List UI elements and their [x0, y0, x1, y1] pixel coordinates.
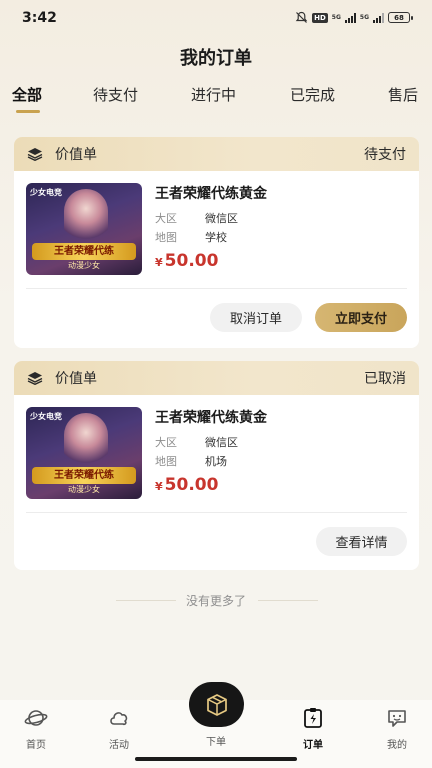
- attr-value: 微信区: [205, 212, 238, 225]
- signal-icon: [344, 12, 356, 23]
- layers-icon: [27, 148, 43, 161]
- hd-badge: HD: [312, 12, 328, 23]
- tab-completed[interactable]: 已完成: [290, 84, 335, 105]
- thumbnail-tag: 少女电竞: [30, 412, 62, 421]
- price: ¥50.00: [155, 475, 218, 495]
- tabbar-home[interactable]: 首页: [8, 706, 64, 751]
- attr-map: 地图 机场: [155, 453, 227, 469]
- character-figure: [64, 189, 108, 245]
- cancel-order-button[interactable]: 取消订单: [210, 303, 302, 332]
- currency-symbol: ¥: [155, 480, 163, 493]
- divider-right: [258, 600, 318, 601]
- network-5g-label: 5G: [331, 14, 341, 21]
- attr-label: 大区: [155, 212, 177, 225]
- place-order-button[interactable]: [189, 682, 244, 727]
- thumbnail-banner: 王者荣耀代练: [32, 467, 136, 484]
- divider: [26, 512, 407, 513]
- order-tabs: 全部 待支付 进行中 已完成 售后: [0, 84, 432, 118]
- thumbnail-subtitle: 动漫少女: [68, 261, 100, 270]
- tabbar-mine[interactable]: 我的: [369, 706, 425, 751]
- attr-region: 大区 微信区: [155, 210, 238, 226]
- view-details-button[interactable]: 查看详情: [316, 527, 407, 556]
- tab-active-indicator: [16, 110, 40, 113]
- tab-pending-payment[interactable]: 待支付: [93, 84, 138, 105]
- layers-icon: [27, 372, 43, 385]
- tabbar-activity[interactable]: 活动: [91, 706, 147, 751]
- order-status: 待支付: [364, 147, 406, 163]
- network-5g-label-2: 5G: [359, 14, 369, 21]
- no-more-indicator: 没有更多了: [0, 592, 432, 610]
- attr-value: 机场: [205, 455, 227, 468]
- attr-value: 学校: [205, 231, 227, 244]
- attr-label: 地图: [155, 455, 177, 468]
- order-card[interactable]: 价值单 已取消 少女电竞 王者荣耀代练 动漫少女 王者荣耀代练黄金 大区 微信区 …: [14, 361, 419, 570]
- thumbnail-subtitle: 动漫少女: [68, 485, 100, 494]
- cloud-icon: [110, 712, 128, 726]
- product-title: 王者荣耀代练黄金: [155, 186, 267, 202]
- thumbnail-banner: 王者荣耀代练: [32, 243, 136, 260]
- tabbar-orders[interactable]: 订单: [285, 706, 341, 751]
- currency-symbol: ¥: [155, 256, 163, 269]
- product-title: 王者荣耀代练黄金: [155, 410, 267, 426]
- no-more-text: 没有更多了: [185, 594, 246, 608]
- pay-now-button[interactable]: 立即支付: [315, 303, 407, 332]
- attr-label: 地图: [155, 231, 177, 244]
- battery-icon: 68: [388, 12, 413, 23]
- box-icon: [206, 693, 227, 716]
- attr-value: 微信区: [205, 436, 238, 449]
- home-indicator: [135, 757, 297, 761]
- tabbar-label: 活动: [109, 740, 129, 751]
- tabbar-label: 我的: [387, 740, 407, 751]
- product-thumbnail: 少女电竞 王者荣耀代练 动漫少女: [26, 183, 142, 275]
- signal-icon-2: [373, 12, 384, 23]
- status-icons: HD 5G 5G 68: [295, 11, 413, 24]
- order-product[interactable]: 少女电竞 王者荣耀代练 动漫少女 王者荣耀代练黄金 大区 微信区 地图 机场 ¥50…: [14, 395, 419, 511]
- order-status: 已取消: [364, 371, 406, 387]
- order-type-label: 价值单: [55, 371, 97, 387]
- mute-bell-icon: [295, 11, 308, 23]
- page-title: 我的订单: [180, 48, 252, 69]
- attr-region: 大区 微信区: [155, 434, 238, 450]
- character-figure: [64, 413, 108, 469]
- attr-label: 大区: [155, 436, 177, 449]
- order-product[interactable]: 少女电竞 王者荣耀代练 动漫少女 王者荣耀代练黄金 大区 微信区 地图 学校 ¥50…: [14, 171, 419, 287]
- place-order-label: 下单: [206, 737, 226, 748]
- order-card-header: 价值单 已取消: [14, 361, 419, 395]
- order-card[interactable]: 价值单 待支付 少女电竞 王者荣耀代练 动漫少女 王者荣耀代练黄金 大区 微信区 …: [14, 137, 419, 348]
- tab-all[interactable]: 全部: [12, 84, 42, 105]
- tabbar-label: 首页: [26, 740, 46, 751]
- chat-face-icon: [388, 710, 406, 727]
- attr-map: 地图 学校: [155, 229, 227, 245]
- price-value: 50.00: [164, 251, 219, 271]
- tab-after-sales[interactable]: 售后: [388, 84, 418, 105]
- tab-in-progress[interactable]: 进行中: [191, 84, 236, 105]
- status-time: 3:42: [22, 10, 57, 26]
- status-bar: 3:42 HD 5G 5G 68: [0, 0, 432, 38]
- order-type-label: 价值单: [55, 147, 97, 163]
- price: ¥50.00: [155, 251, 218, 271]
- price-value: 50.00: [164, 475, 219, 495]
- thumbnail-tag: 少女电竞: [30, 188, 62, 197]
- tabbar-label: 订单: [303, 740, 323, 751]
- divider: [26, 288, 407, 289]
- product-thumbnail: 少女电竞 王者荣耀代练 动漫少女: [26, 407, 142, 499]
- planet-icon: [24, 710, 48, 726]
- order-icon: [304, 708, 322, 728]
- order-card-header: 价值单 待支付: [14, 137, 419, 171]
